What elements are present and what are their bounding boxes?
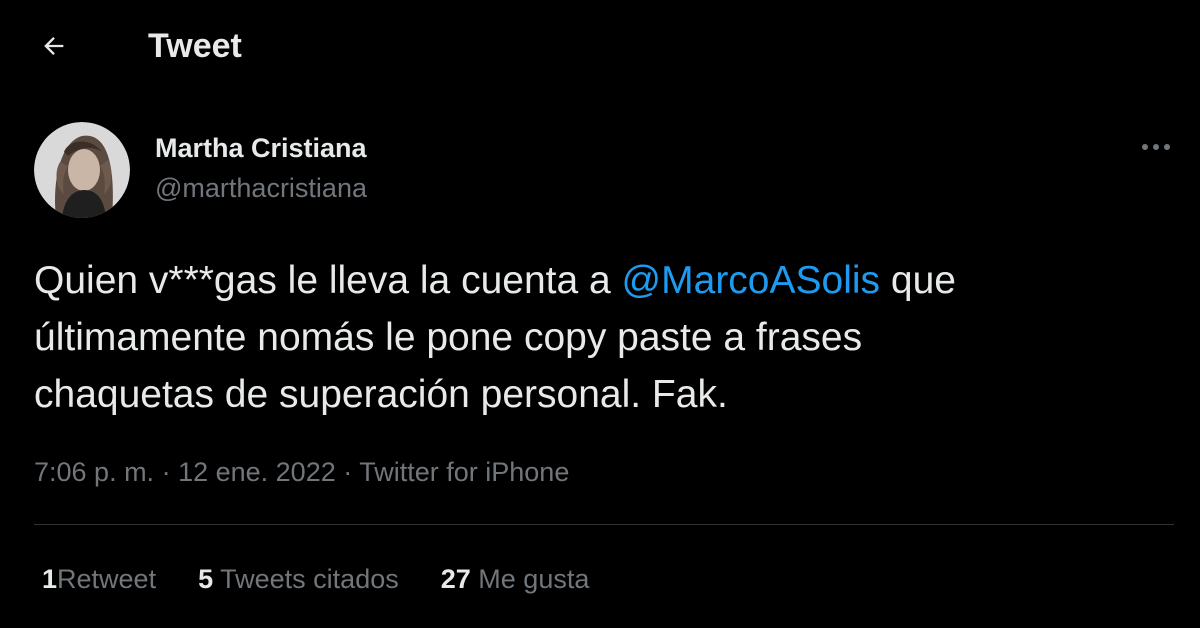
tweet-text: Quien v***gas le lleva la cuenta a @Marc… [34,252,1174,423]
tweet-time-link[interactable]: 7:06 p. m. · 12 ene. 2022 [34,457,336,487]
stat-label: Me gusta [478,564,590,594]
stat-count: 5 [198,564,214,594]
tweet-date: 12 ene. 2022 [178,457,336,487]
profile-photo [34,122,130,218]
likes-stat[interactable]: 27 Me gusta [441,563,590,595]
meta-separator: · [335,457,360,487]
author-name[interactable]: Martha Cristiana [155,132,367,164]
tweet-metadata: 7:06 p. m. · 12 ene. 2022 · Twitter for … [34,456,569,488]
tweet-line: últimamente nomás le pone copy paste a f… [34,316,863,359]
more-horizontal-icon [1142,144,1170,150]
engagement-stats: 1Retweet 5 Tweets citados 27 Me gusta [42,563,589,595]
mention-link[interactable]: @MarcoASolis [622,259,881,302]
avatar[interactable] [34,122,130,218]
divider [34,524,1174,525]
tweet-source[interactable]: Twitter for iPhone [359,457,569,487]
tweet-text-segment: que [880,259,956,302]
retweets-stat[interactable]: 1Retweet [42,563,156,595]
back-button[interactable] [34,26,74,66]
tweet-time: 7:06 p. m. [34,457,155,487]
page-title: Tweet [148,27,242,65]
tweet-text-segment: Quien v***gas le lleva la cuenta a [34,259,622,302]
more-options-button[interactable] [1134,132,1178,162]
author-handle[interactable]: @marthacristiana [155,172,367,204]
stat-count: 1 [42,564,58,594]
stat-count: 27 [440,564,471,594]
top-bar: Tweet [0,0,1200,90]
tweet-line: chaquetas de superación personal. Fak. [34,373,728,416]
stat-label: Tweets citados [220,564,399,594]
tweet-line: Quien v***gas le lleva la cuenta a @Marc… [34,252,1174,309]
arrow-left-icon [44,37,64,55]
meta-separator: · [154,457,179,487]
stat-label: Retweet [57,564,157,594]
quote-tweets-stat[interactable]: 5 Tweets citados [198,563,399,595]
